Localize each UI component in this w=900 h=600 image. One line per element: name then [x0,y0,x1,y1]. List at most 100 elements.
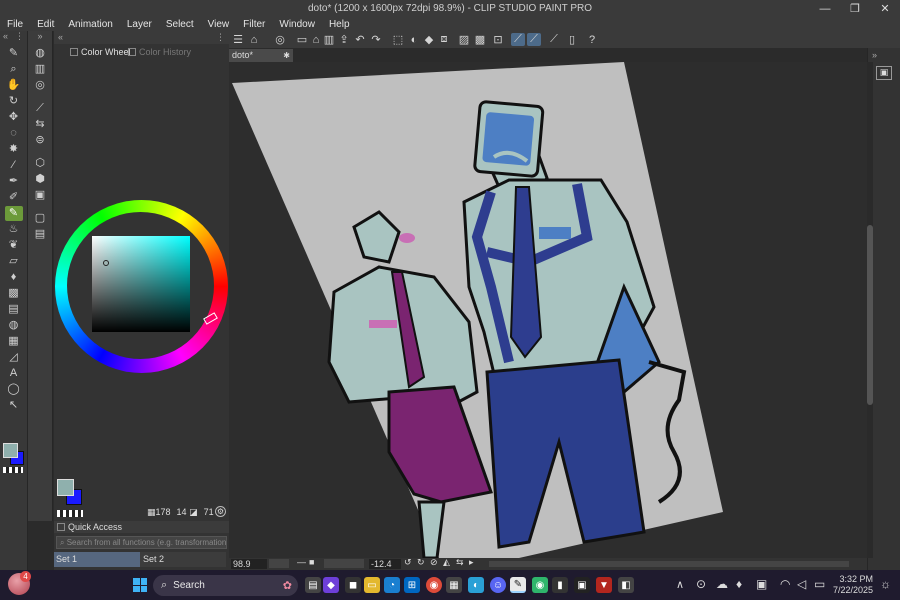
device-icon[interactable]: ▯ [565,33,579,46]
overflow-icon[interactable]: ∧ [676,578,684,591]
color-swatches[interactable] [2,441,24,475]
decoration-icon[interactable]: ❦ [5,238,23,253]
menu-layer[interactable]: Layer [120,19,159,30]
layer-list-icon[interactable]: ▥ [31,62,49,77]
wifi-icon[interactable]: ◠ [780,577,790,591]
material-3d-icon[interactable]: ⬢ [31,172,49,187]
color-picker-marker[interactable] [103,260,109,266]
fill-icon[interactable]: ▩ [5,286,23,301]
redo-icon[interactable]: ↷ [369,33,383,46]
tray-cloud-icon[interactable]: ☁ [716,577,728,591]
zoom-slider[interactable] [269,559,289,568]
clock[interactable]: 3:32 PM 7/22/2025 [833,574,873,596]
panel-transparent[interactable] [57,510,83,517]
horizontal-scrollbar[interactable] [489,561,849,567]
invert-selection-icon[interactable]: ◐ [407,33,421,46]
rotate-left-icon[interactable]: ↺ [404,557,412,568]
zoom-in-icon[interactable]: ■ [309,557,314,567]
vivaldi-icon[interactable]: ▼ [596,577,612,593]
tab-set-2[interactable]: Set 2 [140,552,226,567]
snap-special-ruler-icon[interactable]: ⟋ [527,33,541,46]
zoom-icon[interactable]: ⌕ [5,62,23,77]
start-icon[interactable] [133,578,147,592]
tab-close-icon[interactable]: ✱ [283,49,290,62]
notification-bell-icon[interactable]: ☼ [880,577,891,591]
menu-file[interactable]: File [0,19,30,30]
eraser-icon[interactable]: ▱ [5,254,23,269]
color-wheel[interactable] [54,199,229,374]
hand-icon[interactable]: ✋ [5,78,23,93]
lasso-icon[interactable]: ◌ [5,126,23,141]
flip-vertical-icon[interactable]: ⇆ [456,557,464,568]
color-settings-icon[interactable]: ⚙ [215,506,226,517]
media-icon[interactable]: ▣ [574,577,590,593]
auto-select-icon[interactable]: ✸ [5,142,23,157]
folder-icon[interactable]: ▢ [31,211,49,226]
save-icon[interactable]: ▥ [322,33,336,46]
volume-icon[interactable]: ◁ [797,577,806,591]
maximize-button[interactable]: ❐ [840,0,870,17]
task-view-icon[interactable]: ▤ [305,577,321,593]
menu-view[interactable]: View [201,19,237,30]
flip-horizontal-icon[interactable]: ◭ [443,557,450,568]
menu-icon[interactable]: ☰ [231,33,245,46]
export-icon[interactable]: ⇪ [337,33,351,46]
panel-main-color[interactable] [57,479,74,496]
new-file-icon[interactable]: ▭ [295,33,309,46]
airbrush-icon[interactable]: ♨ [5,222,23,237]
reset-rotation-icon[interactable]: ⊘ [430,557,438,568]
balloon-icon[interactable]: ◯ [5,382,23,397]
panel-handle-icon[interactable]: ⋮ [15,31,24,45]
open-file-icon[interactable]: ⌂ [309,33,323,46]
blend-icon[interactable]: ♦ [5,270,23,285]
text-icon[interactable]: A [5,366,23,381]
layer-folder-icon[interactable]: ▤ [31,227,49,242]
calculator-icon[interactable]: ▦ [446,577,462,593]
collapse-icon[interactable]: « [3,31,8,45]
rotate-right-icon[interactable]: ↻ [417,557,425,568]
collapse-right-icon[interactable]: » [868,48,900,62]
snap-grid-icon[interactable]: ⟋ [547,33,561,46]
panel-menu-icon[interactable]: ⋮ [216,32,225,43]
minimize-button[interactable]: — [810,0,840,17]
item-bank-icon[interactable]: ▣ [31,188,49,203]
taskbar-search[interactable]: ⌕ Search ✿ [153,575,298,596]
zoom-out-icon[interactable]: — [297,557,306,567]
misc-icon[interactable]: ◧ [618,577,634,593]
game-icon[interactable]: ◉ [532,577,548,593]
undo-icon[interactable]: ↶ [353,33,367,46]
copilot-icon[interactable]: ◆ [323,577,339,593]
battery-icon[interactable]: ▭ [814,577,825,591]
menu-edit[interactable]: Edit [30,19,61,30]
discord-tray-icon[interactable]: ⊙ [696,577,706,591]
close-button[interactable]: ✕ [870,0,900,17]
clip-studio-icon[interactable]: ⌂ [247,33,261,46]
tab-set-1[interactable]: Set 1 [54,552,140,567]
menu-animation[interactable]: Animation [61,19,119,30]
play-icon[interactable]: ▸ [469,557,474,568]
collapse-panel-icon[interactable]: « [58,32,63,42]
app-icon[interactable]: ◐ [468,577,484,593]
layer-property-icon[interactable]: ◍ [31,46,49,61]
sub-view-icon[interactable]: ⊜ [31,133,49,148]
terminal-icon[interactable]: ▮ [552,577,568,593]
clip-studio-taskbar-icon[interactable]: ✎ [510,577,526,593]
document-tab[interactable]: doto* ✱ [229,49,293,62]
transparent-swatch[interactable] [3,467,23,473]
transform-icon[interactable]: ⧈ [437,33,451,46]
file-explorer-icon[interactable]: ▭ [364,577,380,593]
expand-icon[interactable]: » [28,31,52,45]
discord-icon[interactable]: ☺ [490,577,506,593]
brush-size-icon[interactable]: ⟋ [31,101,49,116]
crop-icon[interactable]: ⊡ [491,33,505,46]
pen-icon[interactable]: ✎ [5,46,23,61]
widgets-icon[interactable]: 4 [8,571,31,595]
settings-icon[interactable]: ◎ [273,33,287,46]
vertical-scrollbar-thumb[interactable] [867,225,873,405]
brush-icon[interactable]: ✎ [4,206,23,221]
move-icon[interactable]: ✥ [5,110,23,125]
canvas-area[interactable] [229,62,867,558]
quick-access-search[interactable]: ⌕ Search from all functions (e.g. transf… [56,536,227,549]
figure-icon[interactable]: ◍ [5,318,23,333]
tab-color-history[interactable]: Color History [124,45,195,59]
